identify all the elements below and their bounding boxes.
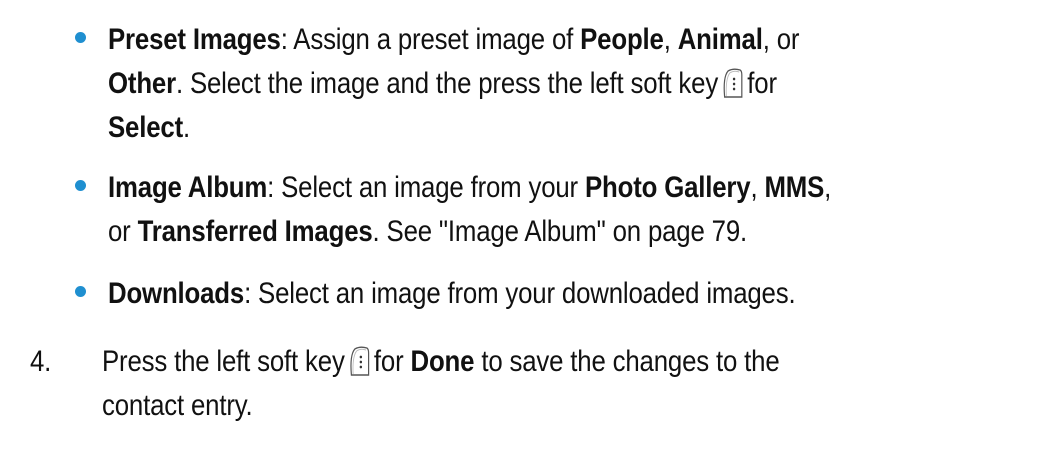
text-span: , (663, 23, 678, 56)
bullet-dot-icon (75, 180, 86, 191)
term: Preset Images (108, 23, 281, 56)
bold-span: Transferred Images (137, 215, 373, 248)
text-span: contact entry. (102, 389, 253, 422)
step-number: 4. (30, 345, 52, 378)
text-span: to save the changes to the (474, 345, 780, 378)
text-line: Other. Select the image and the press th… (108, 62, 799, 106)
text-line: or Transferred Images. See "Image Album"… (108, 210, 831, 254)
bold-span: Select (108, 111, 183, 144)
text-span: : Select an image from your (267, 171, 585, 204)
left-soft-key-icon (723, 68, 743, 98)
text-span: Press the left soft key (102, 345, 345, 378)
bullet-text: Preset Images: Assign a preset image of … (108, 18, 799, 150)
term: Image Album (108, 171, 268, 204)
text-line: Press the left soft key for Done to save … (102, 340, 780, 384)
text-line: Downloads: Select an image from your dow… (108, 272, 796, 316)
bold-span: Animal (677, 23, 763, 56)
term: Downloads (108, 277, 245, 310)
bold-span: Done (410, 345, 475, 378)
step-text: Press the left soft key for Done to save … (102, 340, 780, 428)
bold-span: People (580, 23, 664, 56)
text-line: Select. (108, 106, 799, 150)
bold-span: MMS (764, 171, 825, 204)
text-span: , (750, 171, 765, 204)
text-line: Image Album: Select an image from your P… (108, 166, 831, 210)
text-line: Preset Images: Assign a preset image of … (108, 18, 799, 62)
text-line: contact entry. (102, 384, 780, 428)
bold-span: Other (108, 67, 176, 100)
text-span: , (824, 171, 832, 204)
bullet-text: Downloads: Select an image from your dow… (108, 272, 796, 316)
text-span: . See "Image Album" on page 79. (372, 215, 748, 248)
text-span: : Assign a preset image of (280, 23, 581, 56)
bullet-text: Image Album: Select an image from your P… (108, 166, 831, 254)
text-span: or (108, 215, 138, 248)
text-span: . (182, 111, 190, 144)
text-span: for (747, 67, 777, 100)
text-span: for (373, 345, 411, 378)
text-span: , or (762, 23, 800, 56)
left-soft-key-icon (350, 346, 370, 376)
text-span: . Select the image and the press the lef… (175, 67, 719, 100)
bullet-dot-icon (75, 286, 86, 297)
bold-span: Photo Gallery (584, 171, 751, 204)
bullet-dot-icon (75, 32, 86, 43)
text-span: : Select an image from your downloaded i… (244, 277, 796, 310)
manual-page: Preset Images: Assign a preset image of … (0, 0, 1045, 455)
